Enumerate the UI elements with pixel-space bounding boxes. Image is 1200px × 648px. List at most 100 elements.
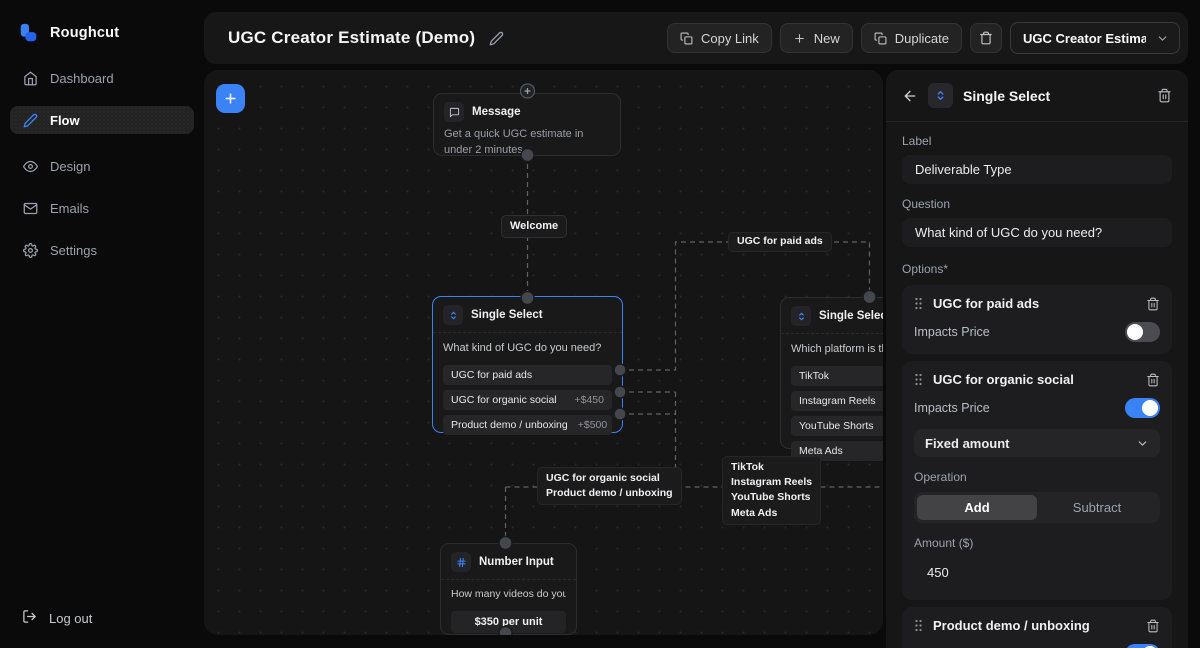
sidebar-item-settings[interactable]: Settings [10, 236, 194, 264]
question-field-label: Question [902, 197, 1172, 211]
node-option[interactable]: YouTube Shorts [791, 416, 883, 436]
single-select-icon [791, 306, 811, 326]
impacts-price-toggle[interactable] [1125, 322, 1160, 342]
question-field-input[interactable] [902, 218, 1172, 247]
mail-icon [22, 200, 38, 216]
node-message[interactable]: Message Get a quick UGC estimate in unde… [433, 93, 621, 156]
chevron-down-icon [1136, 437, 1149, 450]
node-option[interactable]: UGC for paid ads [443, 365, 612, 385]
amount-input[interactable] [914, 558, 1160, 587]
plus-icon [793, 32, 806, 45]
node-option[interactable]: Instagram Reels [791, 391, 883, 411]
node-number-input[interactable]: Number Input How many videos do you need… [440, 543, 577, 635]
logout-button[interactable]: Log out [10, 604, 104, 632]
new-flow-button[interactable]: New [780, 23, 853, 53]
label-field-input[interactable] [902, 155, 1172, 184]
node-question: Which platform is this for? [791, 342, 883, 358]
brand: Roughcut [0, 0, 204, 44]
node-question: How many videos do you need? [451, 587, 566, 602]
unit-price-badge: $350 per unit [451, 611, 566, 633]
node-message-text: Get a quick UGC estimate in under 2 minu… [444, 127, 610, 159]
trash-icon[interactable] [1146, 297, 1160, 311]
properties-panel: Single Select Label Question Options* UG… [886, 70, 1188, 648]
label-field-label: Label [902, 134, 1172, 148]
sidebar-item-label: Emails [50, 201, 89, 216]
edit-title-icon[interactable] [489, 31, 504, 46]
flow-selector-dropdown[interactable]: UGC Creator Estimate (... [1010, 22, 1180, 54]
single-select-icon [443, 305, 463, 325]
node-option[interactable]: UGC for organic social +$450 [443, 390, 612, 410]
brand-name: Roughcut [50, 25, 119, 41]
sidebar-item-dashboard[interactable]: Dashboard [10, 64, 194, 92]
eye-icon [22, 158, 38, 174]
sidebar-item-label: Flow [50, 113, 80, 128]
trash-icon [979, 31, 993, 45]
back-icon[interactable] [902, 88, 918, 104]
gear-icon [22, 242, 38, 258]
sidebar-item-label: Dashboard [50, 71, 114, 86]
node-option[interactable]: Product demo / unboxing +$500 [443, 415, 612, 435]
option-title: UGC for paid ads [933, 296, 1039, 311]
chevron-down-icon [1156, 32, 1169, 45]
home-icon [22, 70, 38, 86]
sidebar-item-flow[interactable]: Flow [10, 106, 194, 134]
option-card-organic-social: UGC for organic social Impacts Price Fix… [902, 361, 1172, 600]
node-type-label: Message [472, 106, 521, 118]
price-type-select[interactable]: Fixed amount [914, 429, 1160, 457]
node-single-select-platform[interactable]: Single Select Which platform is this for… [780, 297, 883, 449]
trash-icon[interactable] [1146, 619, 1160, 633]
page-title: UGC Creator Estimate (Demo) [228, 28, 475, 48]
sidebar-item-label: Design [50, 159, 90, 174]
panel-title: Single Select [963, 88, 1050, 104]
option-card-product-demo: Product demo / unboxing Impacts Price [902, 607, 1172, 648]
sidebar: Roughcut Dashboard Flow Design Emails Se… [0, 0, 204, 648]
single-select-icon [928, 83, 953, 108]
drag-handle-icon[interactable] [914, 619, 923, 632]
plus-icon [223, 91, 238, 106]
impacts-price-label: Impacts Price [914, 401, 990, 415]
edge-label-paid-ads: UGC for paid ads [728, 232, 832, 252]
sidebar-item-label: Settings [50, 243, 97, 258]
copy-icon [874, 32, 887, 45]
logout-label: Log out [49, 611, 92, 626]
roughcut-logo-icon [18, 22, 40, 44]
node-type-label: Number Input [479, 556, 554, 568]
impacts-price-toggle[interactable] [1125, 398, 1160, 418]
edge-label-welcome: Welcome [501, 215, 567, 238]
operation-segmented-control: Add Subtract [914, 492, 1160, 523]
trash-icon[interactable] [1146, 373, 1160, 387]
add-node-button[interactable] [216, 84, 245, 113]
impacts-price-label: Impacts Price [914, 325, 990, 339]
options-section-label: Options* [902, 262, 1172, 276]
duplicate-button[interactable]: Duplicate [861, 23, 962, 53]
amount-label: Amount ($) [914, 536, 1160, 550]
flow-canvas[interactable]: Message Get a quick UGC estimate in unde… [204, 70, 883, 635]
option-title: UGC for organic social [933, 372, 1074, 387]
operation-label: Operation [914, 470, 1160, 484]
operation-subtract-button[interactable]: Subtract [1037, 495, 1157, 520]
node-type-label: Single Select [819, 310, 883, 322]
operation-add-button[interactable]: Add [917, 495, 1037, 520]
sidebar-item-design[interactable]: Design [10, 152, 194, 180]
pencil-icon [22, 112, 38, 128]
option-card-paid-ads: UGC for paid ads Impacts Price [902, 285, 1172, 354]
edge-label-platforms: TikTok Instagram Reels YouTube Shorts Me… [722, 456, 821, 525]
node-type-label: Single Select [471, 309, 543, 321]
node-single-select-deliverable[interactable]: Single Select What kind of UGC do you ne… [432, 296, 623, 433]
copy-icon [680, 32, 693, 45]
hash-icon [451, 552, 471, 572]
node-option[interactable]: TikTok [791, 366, 883, 386]
message-icon [444, 102, 464, 122]
sidebar-nav: Dashboard Flow Design Emails Settings [0, 64, 204, 264]
sidebar-item-emails[interactable]: Emails [10, 194, 194, 222]
option-title: Product demo / unboxing [933, 618, 1090, 633]
delete-node-button[interactable] [1157, 88, 1172, 103]
impacts-price-toggle[interactable] [1125, 644, 1160, 648]
edge-label-merged: UGC for organic social Product demo / un… [537, 467, 682, 505]
drag-handle-icon[interactable] [914, 373, 923, 386]
node-question: What kind of UGC do you need? [443, 341, 612, 357]
copy-link-button[interactable]: Copy Link [667, 23, 772, 53]
topbar-actions: Copy Link New Duplicate UGC Creator Esti… [667, 22, 1180, 54]
drag-handle-icon[interactable] [914, 297, 923, 310]
delete-flow-button[interactable] [970, 23, 1002, 53]
